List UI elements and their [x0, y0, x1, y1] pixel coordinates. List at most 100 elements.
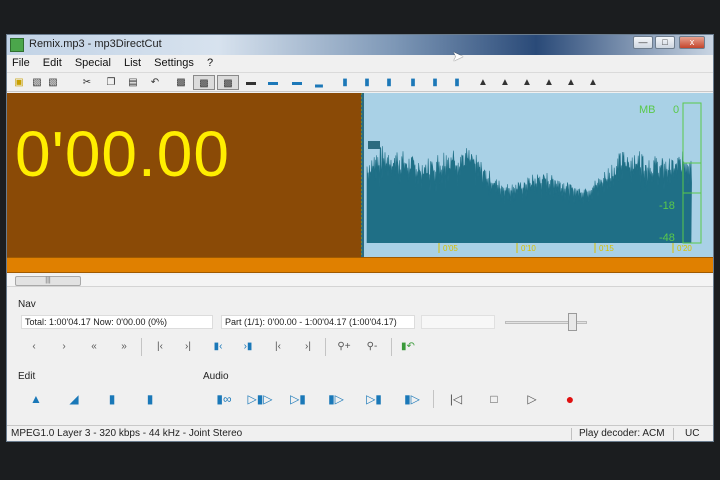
maximize-button[interactable]: □ — [655, 36, 675, 49]
slider-knob[interactable] — [568, 313, 577, 331]
paste-icon[interactable]: ▤ — [125, 75, 141, 90]
zoom-tool-icon[interactable]: ▩ — [173, 75, 189, 90]
window-title: Remix.mp3 - mp3DirectCut — [29, 38, 162, 50]
toolbar: ▣ ▧ ▧ ✂ ❐ ▤ ↶ ▩ ▩ ▩ ▬ ▬ ▬ ▂ ▮ ▮ ▮ ▮ ▮ ▮ … — [7, 72, 713, 92]
waveform — [366, 146, 692, 244]
play-loop-icon[interactable]: ▮∞ — [211, 391, 237, 407]
cue-5-icon[interactable]: ▲ — [563, 75, 579, 90]
separator — [325, 338, 326, 356]
play-icon[interactable]: ▷ — [523, 391, 541, 407]
timeline-label-2: 0'10 — [521, 244, 536, 253]
position-bar — [421, 315, 495, 329]
edit-cut-marker-icon[interactable]: ▲ — [27, 391, 45, 407]
skip-back-icon[interactable]: |◁ — [447, 391, 465, 407]
timeline: 0'05 0'10 0'15 0'20 — [438, 243, 692, 253]
status-mode: UC — [685, 428, 700, 439]
stop-icon[interactable]: □ — [485, 391, 503, 407]
current-time: 0'00.00 — [15, 118, 230, 190]
save-as-icon[interactable]: ▧ — [45, 75, 61, 90]
meter-label-0: 0 — [673, 104, 679, 116]
audio-label: Audio — [203, 371, 229, 382]
menu-settings[interactable]: Settings — [149, 55, 199, 71]
play-selection-icon[interactable]: ▮▷ — [403, 391, 421, 407]
mouse-pointer-icon: ➤ — [452, 48, 464, 64]
horizontal-scrollbar[interactable]: ||| — [7, 275, 713, 287]
timeline-label-3: 0'15 — [599, 244, 614, 253]
separator — [391, 338, 392, 356]
cue-3-icon[interactable]: ▲ — [519, 75, 535, 90]
cue-6-icon[interactable]: ▲ — [585, 75, 601, 90]
total-now-field: Total: 1:00'04.17 Now: 0'00.00 (0%) — [21, 315, 213, 329]
marker-split-icon[interactable]: ▮ — [381, 75, 397, 90]
separator — [141, 338, 142, 356]
zoom-in-icon[interactable]: ⚲+ — [335, 339, 353, 355]
normalize-icon[interactable]: ▂ — [311, 75, 327, 90]
menu-list[interactable]: List — [119, 55, 146, 71]
menu-help[interactable]: ? — [202, 55, 218, 71]
sel-start-prev-icon[interactable]: ▮‹ — [209, 339, 227, 355]
sel-end-next-icon[interactable]: ›| — [299, 339, 317, 355]
edit-split-icon[interactable]: ▮ — [141, 391, 159, 407]
cue-2-icon[interactable]: ▲ — [497, 75, 513, 90]
selection-end-icon[interactable]: ▮ — [449, 75, 465, 90]
title-bar[interactable]: Remix.mp3 - mp3DirectCut — □ x — [7, 35, 713, 55]
edit-marker-icon[interactable]: ▮ — [103, 391, 121, 407]
nav-next-small-icon[interactable]: › — [55, 339, 73, 355]
goto-end-icon[interactable]: ›| — [179, 339, 197, 355]
meter-label-18: -18 — [659, 200, 675, 212]
minimize-button[interactable]: — — [633, 36, 653, 49]
edit-fade-icon[interactable]: ◢ — [65, 391, 83, 407]
zoom-out-icon[interactable]: ⚲- — [363, 339, 381, 355]
timeline-bar[interactable] — [7, 257, 713, 273]
selection-start-icon[interactable]: ▮ — [405, 75, 421, 90]
volume-slider[interactable] — [505, 313, 587, 331]
marker-right-icon[interactable]: ▮ — [359, 75, 375, 90]
meter-label-48: -48 — [659, 232, 675, 244]
nav-prev-small-icon[interactable]: ‹ — [25, 339, 43, 355]
copy-icon[interactable]: ❐ — [103, 75, 119, 90]
separator — [433, 390, 434, 408]
menu-bar: File Edit Special List Settings ? — [7, 55, 713, 72]
cue-4-icon[interactable]: ▲ — [541, 75, 557, 90]
nav-forward-icon[interactable]: » — [115, 339, 133, 355]
view-mode-2-icon[interactable]: ▩ — [217, 75, 239, 90]
time-display: 0'00.00 — [7, 93, 361, 257]
selection-both-icon[interactable]: ▮ — [427, 75, 443, 90]
timeline-label-1: 0'05 — [443, 244, 458, 253]
menu-edit[interactable]: Edit — [38, 55, 67, 71]
nav-rewind-icon[interactable]: « — [85, 339, 103, 355]
save-icon[interactable]: ▧ — [29, 75, 45, 90]
fade-out-icon[interactable]: ▬ — [289, 75, 305, 90]
meter-label-mb: MB — [639, 104, 656, 116]
cue-icon[interactable]: ▲ — [475, 75, 491, 90]
open-folder-icon[interactable]: ▣ — [11, 75, 27, 90]
app-icon — [10, 38, 24, 52]
menu-file[interactable]: File — [7, 55, 35, 71]
level-icon[interactable]: ▬ — [243, 75, 259, 90]
app-window: Remix.mp3 - mp3DirectCut — □ x File Edit… — [6, 34, 714, 442]
play-sel-loop-icon[interactable]: ▷▮▷ — [243, 391, 277, 407]
timeline-label-4: 0'20 — [677, 244, 692, 253]
edit-label: Edit — [18, 371, 36, 382]
sel-end-prev-icon[interactable]: |‹ — [269, 339, 287, 355]
undo-icon[interactable]: ↶ — [147, 75, 163, 90]
fade-in-icon[interactable]: ▬ — [265, 75, 281, 90]
status-decoder: Play decoder: ACM — [579, 428, 665, 439]
scrollbar-thumb[interactable]: ||| — [15, 276, 81, 286]
nav-label: Nav — [18, 299, 36, 310]
view-mode-icon[interactable]: ▩ — [193, 75, 215, 90]
playhead-handle[interactable] — [368, 141, 380, 149]
goto-start-icon[interactable]: |‹ — [151, 339, 169, 355]
play-from-cursor-icon[interactable]: ▮▷ — [327, 391, 345, 407]
close-button[interactable]: x — [679, 36, 705, 49]
status-bar: MPEG1.0 Layer 3 - 320 kbps - 44 kHz - Jo… — [7, 425, 713, 441]
cut-icon[interactable]: ✂ — [79, 75, 95, 90]
play-to-cursor-icon[interactable]: ▷▮ — [289, 391, 307, 407]
undo-position-icon[interactable]: ▮↶ — [399, 339, 417, 355]
waveform-view[interactable]: 0'05 0'10 0'15 0'20 MB 0 -18 -48 — [361, 93, 713, 257]
play-to-end-icon[interactable]: ▷▮ — [365, 391, 383, 407]
menu-special[interactable]: Special — [70, 55, 116, 71]
marker-left-icon[interactable]: ▮ — [337, 75, 353, 90]
record-icon[interactable]: ● — [561, 391, 579, 407]
sel-start-next-icon[interactable]: ›▮ — [239, 339, 257, 355]
